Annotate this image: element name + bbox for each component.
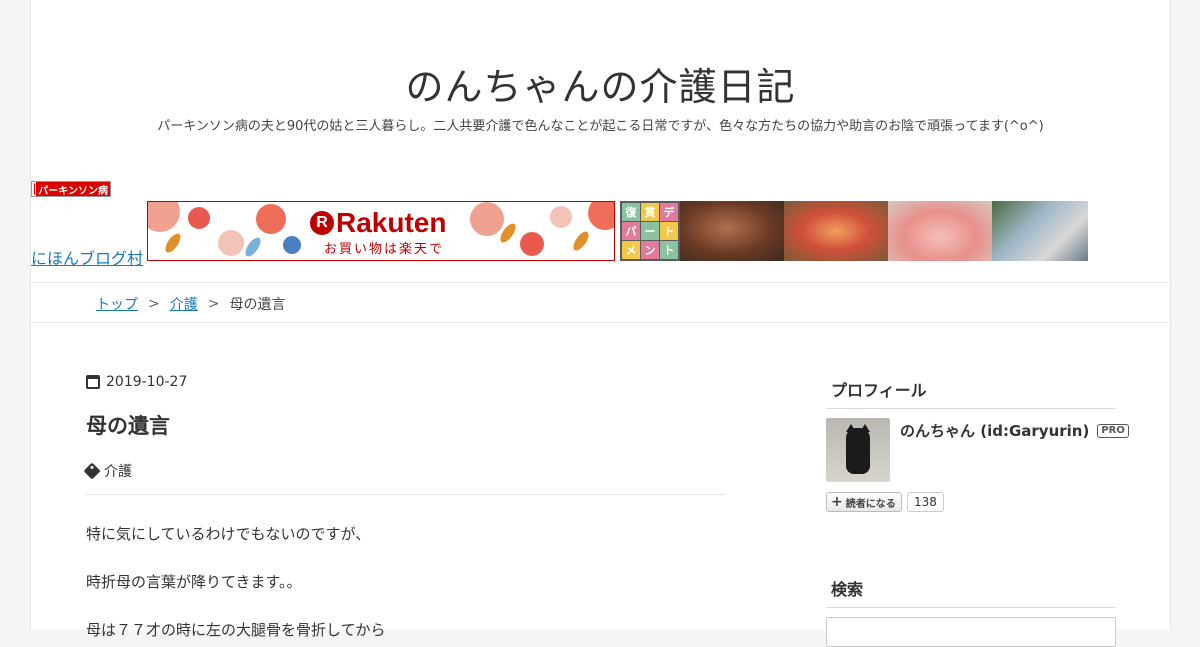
tag-icon — [84, 463, 101, 480]
fish-image — [992, 201, 1088, 261]
rakuten-ad-banner[interactable]: R Rakuten お買い物は楽天で — [147, 201, 615, 261]
plus-icon: + — [831, 497, 843, 507]
dept-cell: パ — [622, 222, 640, 240]
subscribe-button[interactable]: + 読者になる — [826, 492, 902, 512]
blog-title[interactable]: のんちゃんの介護日記 — [31, 56, 1170, 111]
profile-heading: プロフィール — [826, 377, 1116, 409]
rakuten-logo-text: Rakuten — [336, 207, 446, 239]
subscribe-button-label: 読者になる — [846, 495, 896, 510]
dept-cell: メ — [622, 241, 640, 259]
pro-badge: PRO — [1097, 424, 1129, 438]
breadcrumb-separator: > — [148, 296, 160, 312]
dept-cell: デ — [660, 203, 678, 221]
profile-name[interactable]: のんちゃん (id:Garyurin) PRO — [900, 420, 1129, 441]
post-category[interactable]: 介護 — [86, 461, 132, 481]
flower-decoration — [283, 236, 301, 254]
dept-cell: 復 — [622, 203, 640, 221]
breadcrumb-top-link[interactable]: トップ — [96, 294, 138, 314]
breadcrumb-category-link[interactable]: 介護 — [170, 294, 198, 314]
dept-cell: 貫 — [641, 203, 659, 221]
post-category-label: 介護 — [104, 461, 132, 481]
avatar[interactable] — [826, 418, 890, 482]
flower-decoration — [588, 201, 615, 230]
parkinson-banner[interactable]: パーキンソン病 — [31, 181, 111, 197]
calendar-icon — [86, 375, 100, 389]
page-container: のんちゃんの介護日記 パーキンソン病の夫と90代の姑と三人暮らし。二人共要介護で… — [30, 0, 1171, 630]
leaf-decoration — [163, 231, 184, 255]
nihon-blog-village-link[interactable]: にほんブログ村 — [31, 245, 143, 269]
flower-decoration — [520, 232, 544, 256]
post-date[interactable]: 2019-10-27 — [86, 374, 187, 390]
dept-cell: ン — [641, 241, 659, 259]
leaf-decoration — [571, 229, 592, 253]
flower-decoration — [256, 204, 286, 234]
profile-name-text: のんちゃん (id:Garyurin) — [900, 420, 1089, 441]
flower-decoration — [147, 201, 180, 232]
cat-figure — [846, 428, 870, 474]
breadcrumb-separator: > — [208, 296, 220, 312]
flower-decoration — [550, 206, 572, 228]
flower-decoration — [470, 202, 504, 236]
search-input[interactable] — [826, 617, 1116, 647]
parkinson-banner-label: パーキンソン病 — [36, 182, 110, 197]
rakuten-r-icon: R — [310, 211, 334, 235]
post-paragraph: 特に気にしているわけでもないのですが、 — [86, 523, 370, 544]
post-paragraph: 時折母の言葉が降りてきます。。 — [86, 571, 302, 592]
rakuten-logo: R Rakuten — [310, 206, 460, 240]
breadcrumb: トップ > 介護 > 母の遺言 — [96, 294, 285, 314]
flower-decoration — [188, 207, 210, 229]
post-title[interactable]: 母の遺言 — [86, 410, 170, 440]
search-heading: 検索 — [826, 576, 1116, 608]
post-divider — [86, 494, 726, 495]
department-store-logo: 復 貫 デ パ ー ト メ ン ト — [620, 201, 680, 261]
leaf-decoration — [243, 235, 264, 259]
flower-decoration — [218, 230, 244, 256]
ham-image — [888, 201, 992, 261]
sashimi-image — [784, 201, 888, 261]
breadcrumb-current: 母の遺言 — [229, 294, 285, 314]
food-ad-banner[interactable]: 復 貫 デ パ ー ト メ ン ト — [620, 201, 1088, 261]
reader-count: 138 — [907, 492, 944, 512]
breadcrumb-bar: トップ > 介護 > 母の遺言 — [31, 282, 1170, 323]
rakuten-tagline: お買い物は楽天で — [314, 238, 454, 256]
dept-cell: ト — [660, 241, 678, 259]
blog-description: パーキンソン病の夫と90代の姑と三人暮らし。二人共要介護で色んなことが起こる日常… — [31, 115, 1170, 134]
post-date-text: 2019-10-27 — [106, 374, 187, 390]
dept-cell: ー — [641, 222, 659, 240]
dept-cell: ト — [660, 222, 678, 240]
steak-image — [680, 201, 784, 261]
